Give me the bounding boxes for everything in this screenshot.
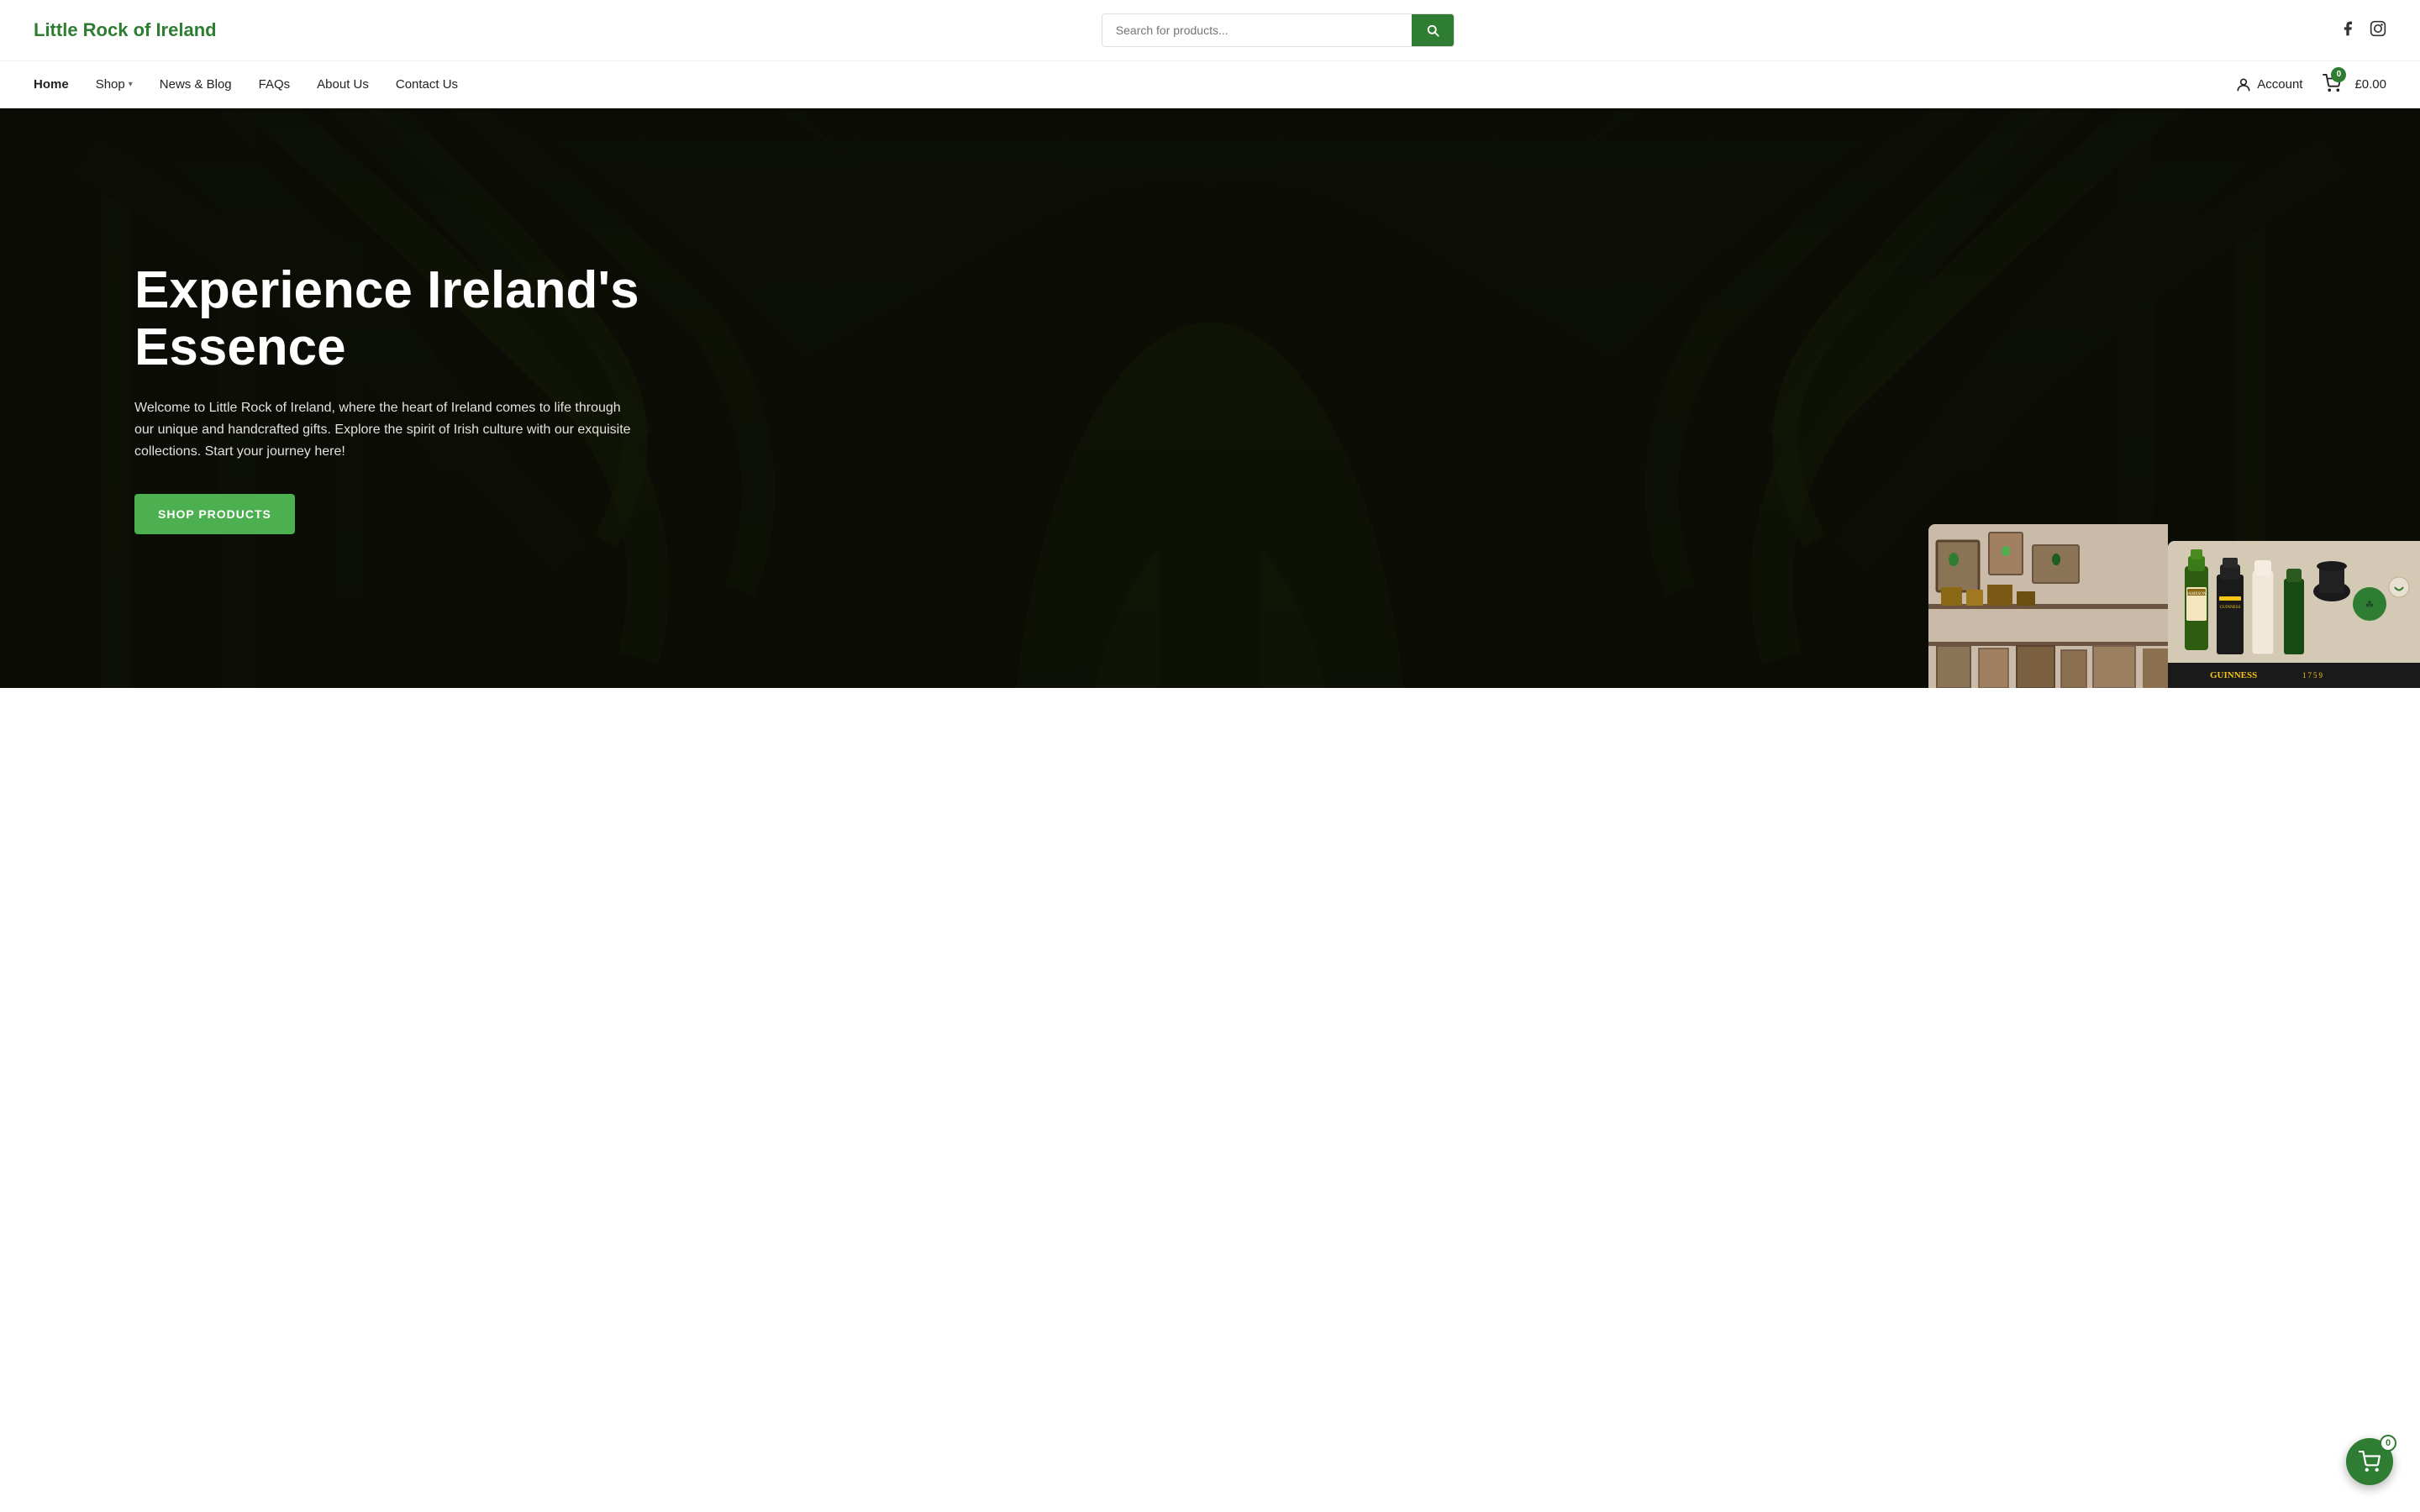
- main-nav: Home Shop ▾ News & Blog FAQs About Us Co…: [0, 61, 2420, 108]
- thumbnail-1-image: [1928, 524, 2168, 688]
- svg-text:1759: 1759: [2302, 671, 2324, 680]
- hero-section: Experience Ireland's Essence Welcome to …: [0, 108, 2420, 688]
- facebook-icon: [2339, 20, 2356, 37]
- nav-right: Account 0 £0.00: [2235, 74, 2386, 96]
- hero-description: Welcome to Little Rock of Ireland, where…: [134, 397, 639, 464]
- floating-cart-button[interactable]: 0: [2346, 1438, 2393, 1485]
- site-header: Little Rock of Ireland: [0, 0, 2420, 61]
- instagram-icon: [2370, 20, 2386, 37]
- svg-text:GUINNESS: GUINNESS: [2220, 606, 2241, 610]
- shop-products-button[interactable]: SHOP PRODUCTS: [134, 494, 295, 534]
- nav-item-faqs[interactable]: FAQs: [259, 62, 291, 107]
- nav-items: Home Shop ▾ News & Blog FAQs About Us Co…: [34, 62, 2235, 107]
- svg-text:GUINNESS: GUINNESS: [2210, 670, 2257, 680]
- thumbnail-shop-2: JAMESON GUINNESS: [2168, 541, 2420, 688]
- svg-text:JAMESON: JAMESON: [2186, 592, 2206, 596]
- site-logo[interactable]: Little Rock of Ireland: [34, 19, 217, 41]
- cart-button[interactable]: 0 £0.00: [2323, 74, 2386, 96]
- nav-item-about-us[interactable]: About Us: [317, 62, 369, 107]
- search-button[interactable]: [1412, 14, 1454, 46]
- cart-icon-wrap: 0: [2323, 74, 2341, 96]
- search-input[interactable]: [1102, 15, 1412, 45]
- thumbnail-shop-1: [1928, 524, 2168, 688]
- hero-thumbnails: JAMESON GUINNESS: [1928, 524, 2420, 688]
- nav-item-contact-us[interactable]: Contact Us: [396, 62, 458, 107]
- search-bar: [1102, 13, 1455, 47]
- chevron-down-icon: ▾: [129, 80, 133, 89]
- cart-badge: 0: [2331, 67, 2346, 82]
- social-links: [2339, 20, 2386, 41]
- floating-cart-badge: 0: [2380, 1435, 2396, 1452]
- nav-item-shop[interactable]: Shop ▾: [96, 62, 133, 107]
- account-icon: [2235, 76, 2252, 93]
- nav-item-home[interactable]: Home: [34, 62, 69, 107]
- search-icon: [1425, 23, 1440, 38]
- svg-text:☘: ☘: [2365, 599, 2375, 611]
- instagram-link[interactable]: [2370, 20, 2386, 41]
- thumbnail-2-image: JAMESON GUINNESS: [2168, 541, 2420, 688]
- floating-cart-icon: [2359, 1451, 2381, 1473]
- hero-title: Experience Ireland's Essence: [134, 262, 672, 376]
- nav-item-news-blog[interactable]: News & Blog: [160, 62, 232, 107]
- account-button[interactable]: Account: [2235, 76, 2302, 93]
- facebook-link[interactable]: [2339, 20, 2356, 41]
